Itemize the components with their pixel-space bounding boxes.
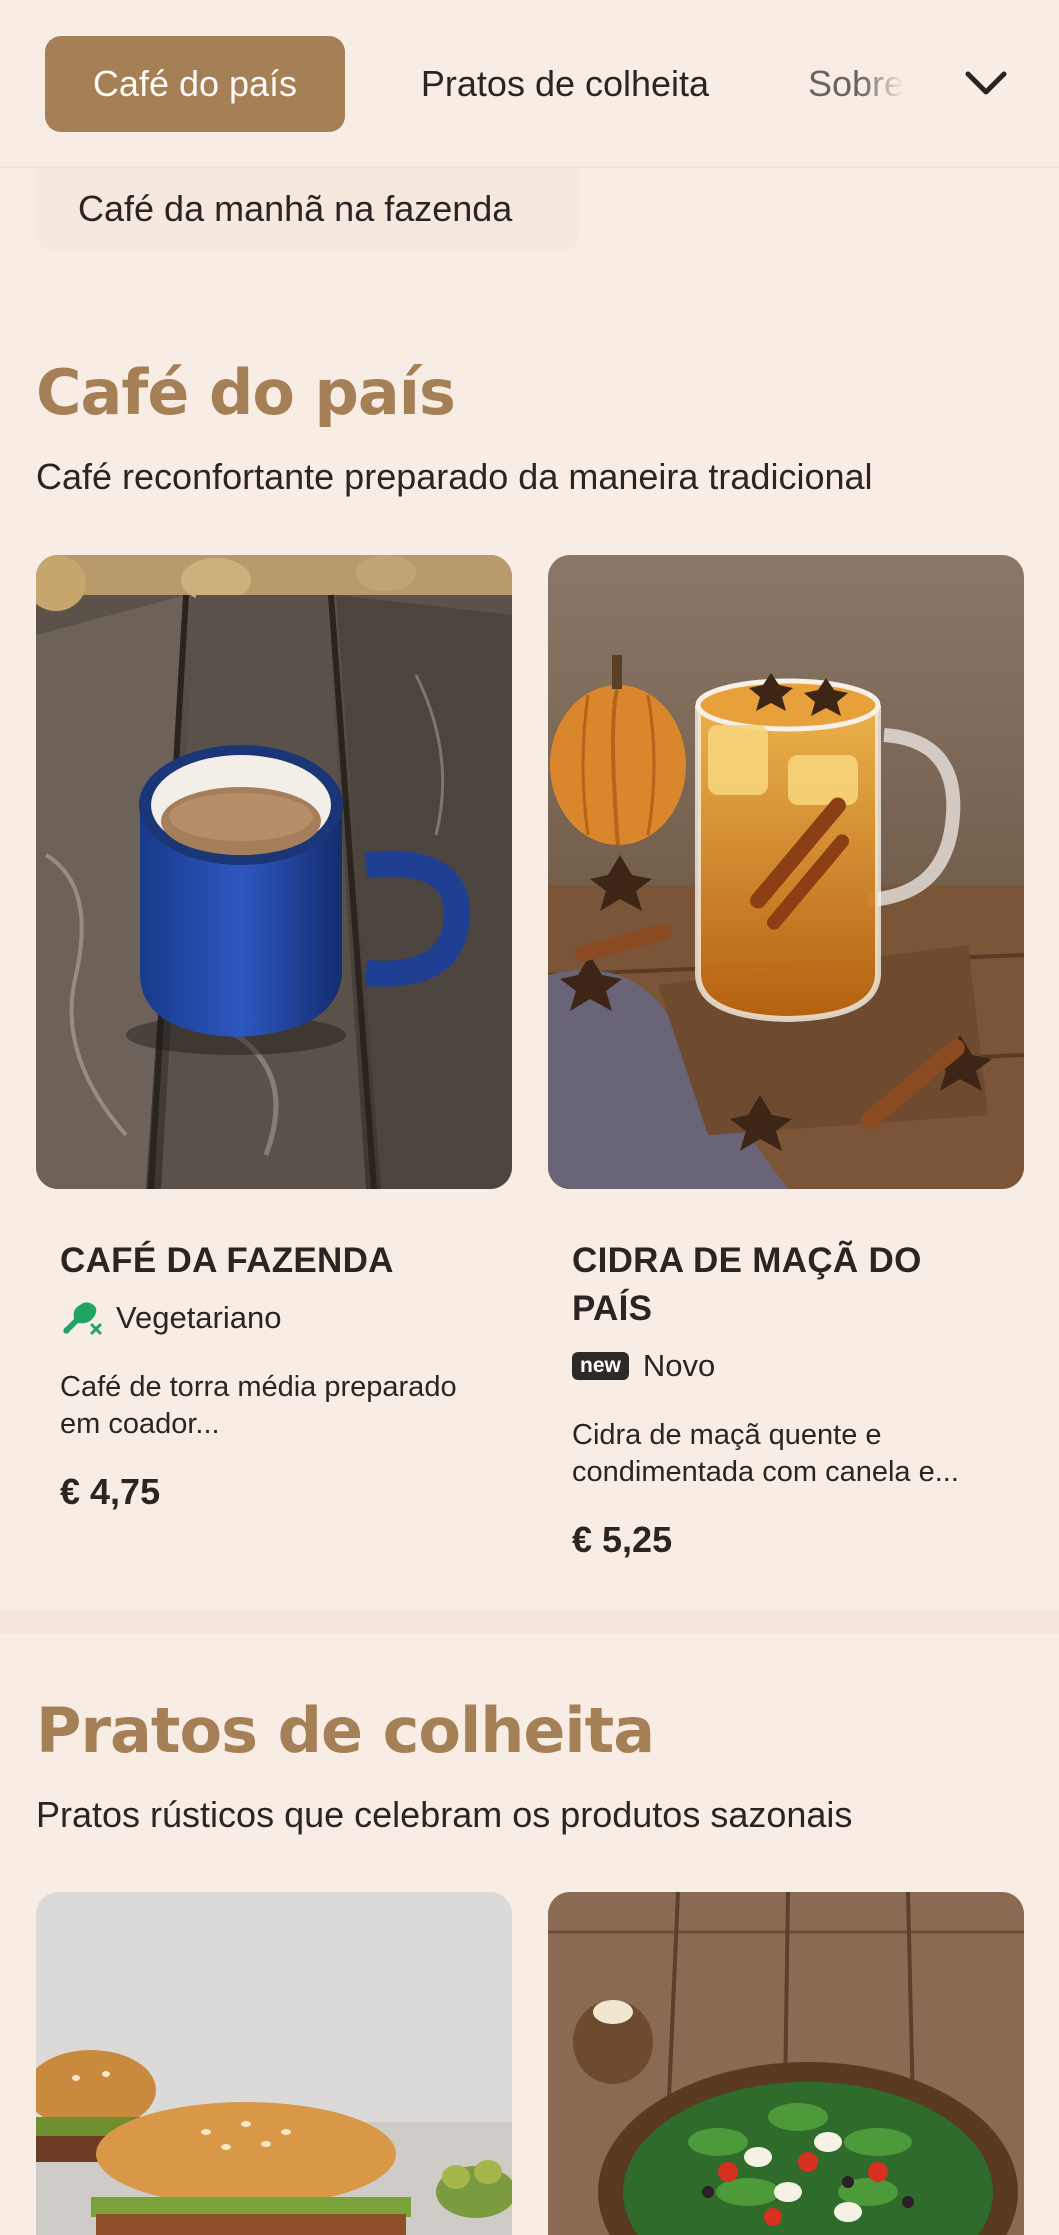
item-price: € 4,75 [60,1471,161,1512]
section-title-cafe: Café do país [36,356,456,429]
section-divider [0,1610,1059,1634]
category-nav: Café do país Pratos de colheita Sobre [0,0,1059,168]
chevron-down-icon[interactable] [962,60,1010,108]
tab-cafe-do-pais[interactable]: Café do país [45,36,345,132]
menu-page: Café do país Pratos de colheita Sobre Ca… [0,0,1059,2235]
item-name: CAFÉ DA FAZENDA [60,1241,394,1280]
tab-pratos-de-colheita[interactable]: Pratos de colheita [380,36,750,132]
vegetarian-leg-icon [60,1297,102,1339]
item-image-coffee-mug [36,555,512,1189]
section-title-pratos: Pratos de colheita [36,1694,655,1767]
item-description: Café de torra média preparado em coador.… [60,1371,457,1440]
new-tag-label: Novo [642,1348,716,1383]
dietary-tag-label: Vegetariano [116,1300,282,1335]
item-image-sandwich[interactable] [36,1892,512,2235]
item-image-salad[interactable] [548,1892,1024,2235]
section-description-pratos: Pratos rústicos que celebram os produtos… [36,1794,853,1835]
item-description: Cidra de maçã quente e condimentada com … [572,1419,959,1488]
menu-item-card[interactable]: CIDRA DE MAÇÃ DO PAÍS new Novo Cidra de … [548,555,1024,1561]
item-image-cider-mug [548,555,1024,1189]
menu-item-card[interactable]: CAFÉ DA FAZENDA Vegetariano Café de torr… [36,555,512,1513]
item-name: CIDRA DE MAÇÃ DO PAÍS [572,1241,922,1328]
dietary-tag: Vegetariano [60,1295,488,1341]
section-description-cafe: Café reconfortante preparado da maneira … [36,456,873,497]
tab-cafe-da-manha[interactable]: Café da manhã na fazenda [36,168,579,250]
tab-sobre-label: Sobre [808,63,905,104]
tab-sobre[interactable]: Sobre [808,36,928,132]
new-tag: new Novo [572,1343,1000,1389]
item-price: € 5,25 [572,1519,673,1560]
new-badge: new [572,1352,629,1380]
